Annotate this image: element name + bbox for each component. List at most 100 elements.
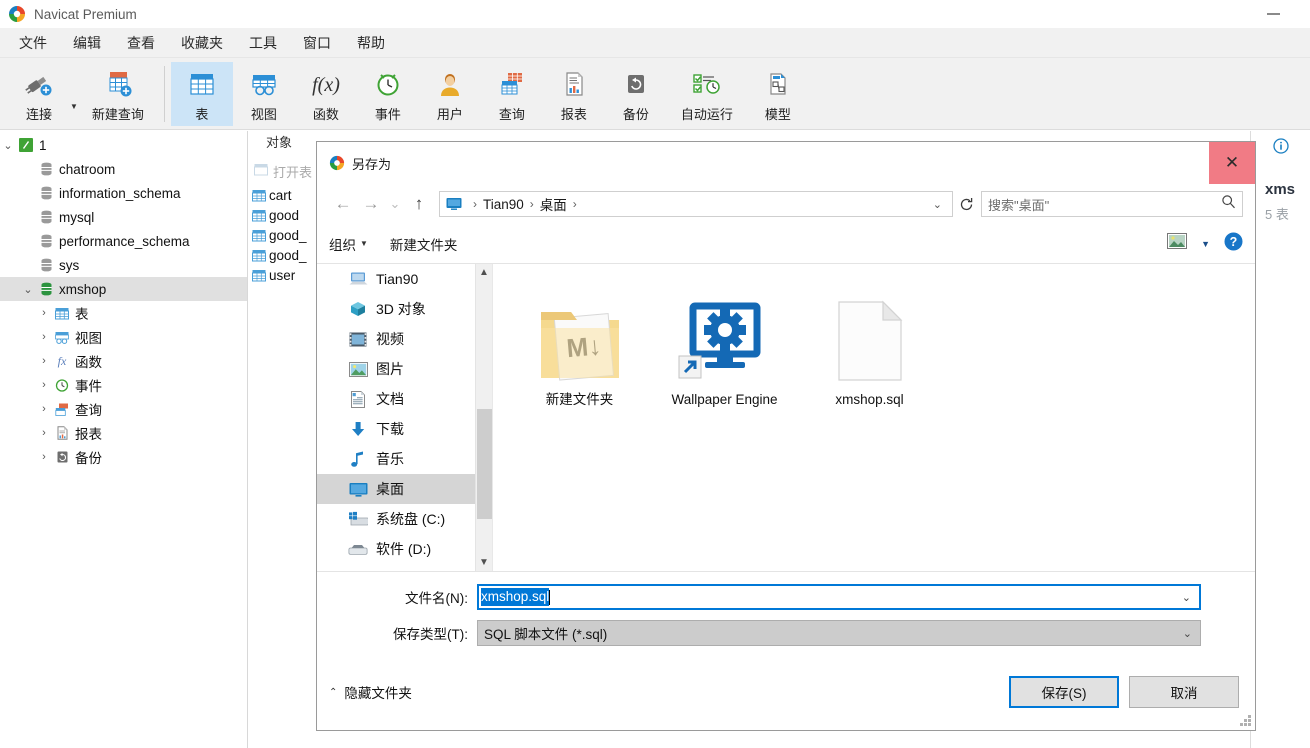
toolbar-connection[interactable]: 连接 <box>8 62 70 126</box>
nav-item-tian90[interactable]: Tian90 <box>317 264 492 294</box>
model-icon <box>763 67 793 101</box>
nav-item-documents[interactable]: 文档 <box>317 384 492 414</box>
info-panel-subtitle: 5 表 <box>1265 204 1310 223</box>
chevron-down-icon[interactable]: ⌄ <box>1183 627 1196 640</box>
filetype-select[interactable]: SQL 脚本文件 (*.sql) ⌄ <box>477 620 1201 646</box>
arrow-right-icon[interactable]: → <box>357 190 385 218</box>
view-chevron-down-icon[interactable]: ▼ <box>1201 239 1210 249</box>
view-layout-icon[interactable] <box>1167 233 1187 254</box>
save-button[interactable]: 保存(S) <box>1009 676 1119 708</box>
resize-grip[interactable] <box>1240 715 1252 727</box>
refresh-icon[interactable] <box>953 191 979 217</box>
tree-node-connection-1[interactable]: ⌄ 1 <box>0 133 247 157</box>
nav-item-label: 软件 (D:) <box>376 539 431 559</box>
search-input[interactable]: 搜索"桌面" <box>981 191 1243 217</box>
nav-item-music[interactable]: 音乐 <box>317 444 492 474</box>
nav-item-system-drive-c[interactable]: 系统盘 (C:) <box>317 504 492 534</box>
cancel-button[interactable]: 取消 <box>1129 676 1239 708</box>
tree-node-backups[interactable]: › 备份 <box>0 445 247 469</box>
tree-node-xmshop[interactable]: ⌄ xmshop <box>0 277 247 301</box>
chevron-right-icon[interactable]: › <box>36 331 52 343</box>
toolbar-backup[interactable]: 备份 <box>605 62 667 126</box>
menu-help[interactable]: 帮助 <box>344 29 398 57</box>
tree-node-reports[interactable]: › 报表 <box>0 421 247 445</box>
nav-item-desktop[interactable]: 桌面 <box>317 474 492 504</box>
chevron-right-icon[interactable]: › <box>36 355 52 367</box>
close-icon[interactable]: ✕ <box>1209 142 1255 184</box>
main-toolbar: 连接 ▼ 新建查询 <box>0 58 1310 130</box>
windows-drive-icon <box>347 511 369 527</box>
toolbar-model[interactable]: 模型 <box>747 62 809 126</box>
chevron-down-icon[interactable]: ⌄ <box>20 283 36 296</box>
text-caret <box>549 590 550 605</box>
menu-window[interactable]: 窗口 <box>290 29 344 57</box>
filename-input[interactable]: xmshop.sql ⌄ <box>477 584 1201 610</box>
tree-node-sys[interactable]: sys <box>0 253 247 277</box>
toolbar-query[interactable]: 查询 <box>481 62 543 126</box>
tree-node-information-schema[interactable]: information_schema <box>0 181 247 205</box>
info-circle-icon[interactable] <box>1273 138 1310 159</box>
breadcrumb-item-user[interactable]: Tian90 <box>483 197 524 212</box>
menu-tools[interactable]: 工具 <box>236 29 290 57</box>
tree-node-queries[interactable]: › 查询 <box>0 397 247 421</box>
arrow-left-icon[interactable]: ← <box>329 190 357 218</box>
help-circle-icon[interactable]: ? <box>1224 232 1243 256</box>
menu-view[interactable]: 查看 <box>114 29 168 57</box>
folder-markdown-icon: M↓ <box>535 284 625 384</box>
tree-node-functions[interactable]: › fx 函数 <box>0 349 247 373</box>
toolbar-user[interactable]: 用户 <box>419 62 481 126</box>
filename-value: xmshop.sql <box>481 588 549 606</box>
dialog-title: 另存为 <box>352 154 391 173</box>
chevron-right-icon[interactable]: › <box>36 427 52 439</box>
nav-item-videos[interactable]: 视频 <box>317 324 492 354</box>
tree-node-events[interactable]: › 事件 <box>0 373 247 397</box>
file-item-wallpaper-engine[interactable]: Wallpaper Engine <box>652 280 797 430</box>
chevron-up-icon[interactable]: ▲ <box>476 264 492 281</box>
recent-locations-chevron-down-icon[interactable]: ⌄ <box>385 190 405 218</box>
chevron-right-icon[interactable]: › <box>36 451 52 463</box>
toolbar-function[interactable]: f(x) 函数 <box>295 62 357 126</box>
open-table-label[interactable]: 打开表 <box>273 162 312 181</box>
menu-favorites[interactable]: 收藏夹 <box>168 29 236 57</box>
file-item-new-folder[interactable]: M↓ 新建文件夹 <box>507 280 652 430</box>
nav-item-downloads[interactable]: 下载 <box>317 414 492 444</box>
chevron-down-icon[interactable]: ▼ <box>476 554 492 571</box>
toolbar-event[interactable]: 事件 <box>357 62 419 126</box>
tree-node-mysql[interactable]: mysql <box>0 205 247 229</box>
tree-node-performance-schema[interactable]: performance_schema <box>0 229 247 253</box>
chevron-right-icon[interactable]: › <box>36 379 52 391</box>
tree-node-chatroom[interactable]: chatroom <box>0 157 247 181</box>
toolbar-view[interactable]: 视图 <box>233 62 295 126</box>
breadcrumb[interactable]: › Tian90 › 桌面 › ⌄ <box>439 191 953 217</box>
toolbar-automation[interactable]: 自动运行 <box>667 62 747 126</box>
connection-dropdown-caret-icon[interactable]: ▼ <box>70 102 78 111</box>
chevron-down-icon[interactable]: ⌄ <box>0 139 16 152</box>
menu-file[interactable]: 文件 <box>6 29 60 57</box>
dialog-nav-pane: Tian90 3D 对象 视频 图片 <box>317 264 493 571</box>
breadcrumb-chevron-down-icon[interactable]: ⌄ <box>927 198 948 211</box>
file-item-xmshop-sql[interactable]: xmshop.sql <box>797 280 942 430</box>
minimize-icon[interactable] <box>1258 4 1288 24</box>
arrow-up-icon[interactable]: ↑ <box>405 190 433 218</box>
chevron-down-icon[interactable]: ⌄ <box>1182 591 1195 604</box>
view-icon <box>52 331 72 344</box>
toolbar-new-query[interactable]: 新建查询 <box>78 62 158 126</box>
breadcrumb-item-desktop[interactable]: 桌面 <box>540 194 567 214</box>
nav-item-drive-d[interactable]: 软件 (D:) <box>317 534 492 564</box>
nav-item-pictures[interactable]: 图片 <box>317 354 492 384</box>
chevron-right-icon[interactable]: › <box>36 403 52 415</box>
hide-folders-toggle[interactable]: ⌃ 隐藏文件夹 <box>329 682 412 702</box>
tree-node-views[interactable]: › 视图 <box>0 325 247 349</box>
nav-item-3d-objects[interactable]: 3D 对象 <box>317 294 492 324</box>
tree-node-tables[interactable]: › 表 <box>0 301 247 325</box>
organize-button[interactable]: 组织 ▼ <box>329 234 368 254</box>
scrollbar-thumb[interactable] <box>477 409 492 519</box>
chevron-right-icon[interactable]: › <box>36 307 52 319</box>
toolbar-report[interactable]: 报表 <box>543 62 605 126</box>
menu-edit[interactable]: 编辑 <box>60 29 114 57</box>
breadcrumb-separator: › <box>573 197 577 211</box>
tab-objects[interactable]: 对象 <box>252 131 306 157</box>
toolbar-table[interactable]: 表 <box>171 62 233 126</box>
nav-pane-scrollbar[interactable]: ▲ ▼ <box>475 264 492 571</box>
new-folder-button[interactable]: 新建文件夹 <box>390 234 458 254</box>
